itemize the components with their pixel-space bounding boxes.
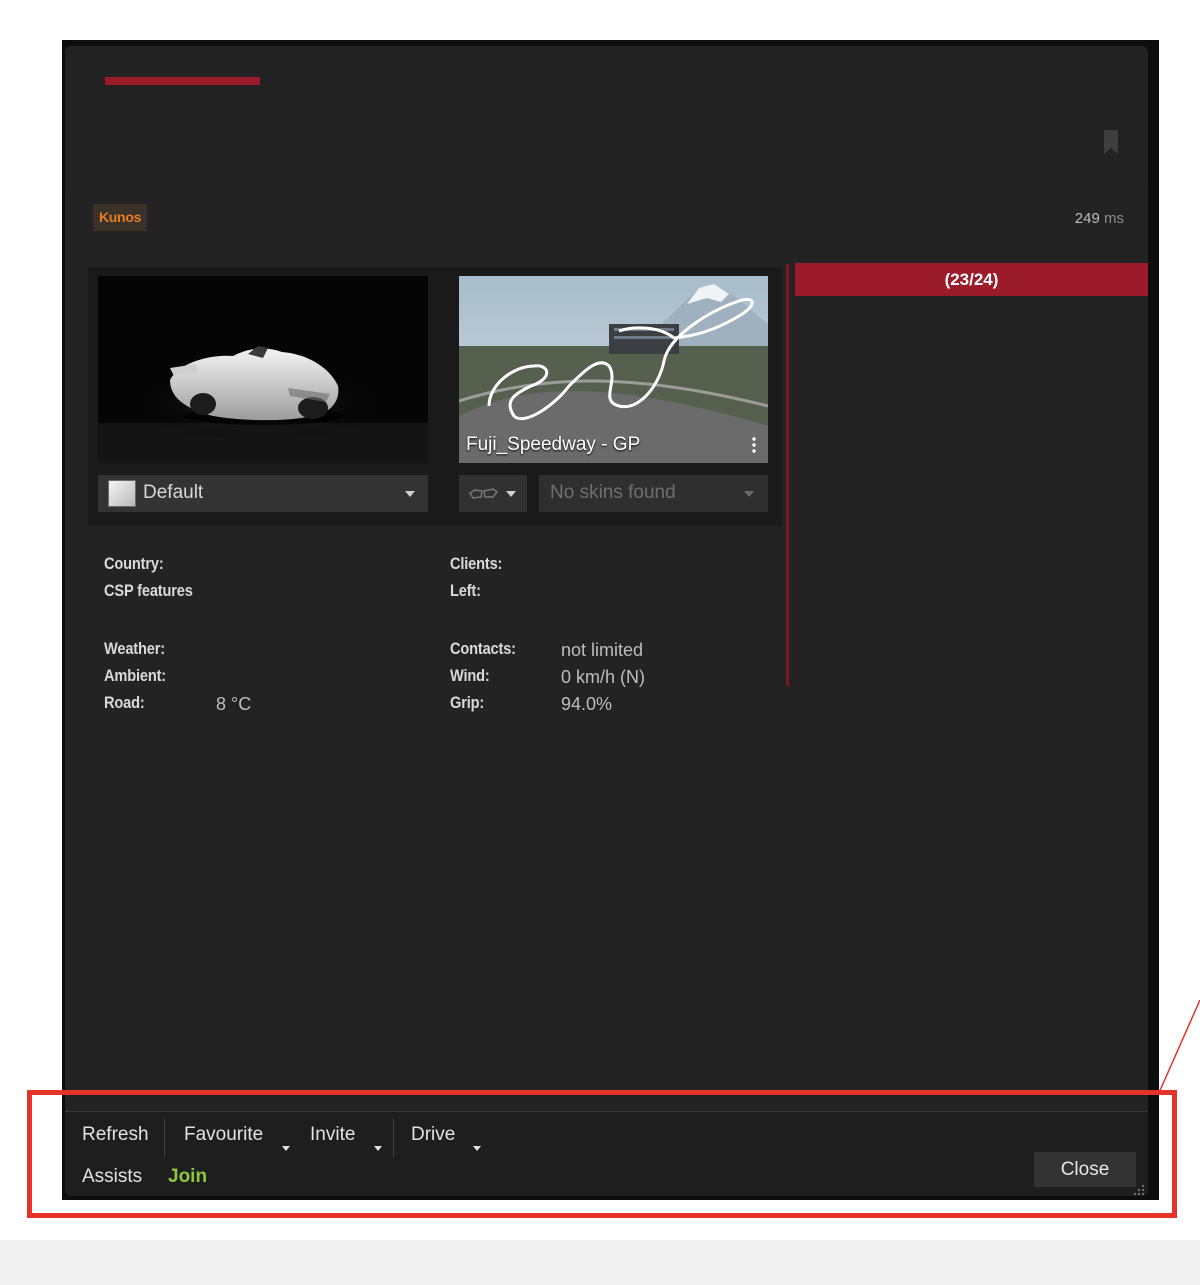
chevron-down-icon bbox=[405, 491, 415, 497]
wind-label: Wind: bbox=[450, 666, 490, 685]
glasses-dropdown[interactable] bbox=[459, 475, 527, 512]
screenshot-stage: Kunos 249 ms Fuji_Speedway - GP Default … bbox=[0, 0, 1200, 1285]
left-label: Left: bbox=[450, 581, 481, 600]
weather-label: Weather: bbox=[104, 639, 165, 658]
car-skin-value: Default bbox=[143, 482, 204, 503]
road-label: Road: bbox=[104, 693, 145, 712]
ping-readout: 249 ms bbox=[1075, 210, 1124, 227]
track-name: Fuji_Speedway - GP bbox=[466, 434, 641, 455]
grip-value: 94.0% bbox=[561, 694, 613, 714]
desktop-background-strip bbox=[0, 1240, 1200, 1285]
car-preview-image[interactable] bbox=[98, 276, 428, 463]
header-accent-bar bbox=[105, 77, 260, 85]
car-skin-dropdown[interactable]: Default bbox=[98, 475, 428, 512]
chevron-down-icon bbox=[744, 491, 754, 497]
grip-label: Grip: bbox=[450, 693, 485, 712]
csp-features-label: CSP features bbox=[104, 581, 193, 600]
server-details-window: Kunos 249 ms Fuji_Speedway - GP Default … bbox=[65, 46, 1148, 1196]
annotation-callout-line bbox=[1157, 1000, 1200, 1096]
ping-unit: ms bbox=[1104, 210, 1124, 227]
road-value: 8 °C bbox=[216, 694, 252, 714]
ambient-label: Ambient: bbox=[104, 666, 166, 685]
clients-label: Clients: bbox=[450, 554, 503, 573]
slots-bar: (23/24) bbox=[795, 263, 1148, 296]
contacts-value: not limited bbox=[561, 640, 644, 660]
track-skin-dropdown[interactable]: No skins found bbox=[539, 475, 768, 512]
annotation-highlight-box bbox=[27, 1090, 1177, 1218]
contacts-label: Contacts: bbox=[450, 639, 516, 658]
chevron-down-icon bbox=[506, 491, 516, 497]
server-badge: Kunos bbox=[93, 204, 148, 231]
panel-divider bbox=[786, 264, 789, 686]
country-label: Country: bbox=[104, 554, 164, 573]
skin-swatch bbox=[108, 480, 136, 507]
track-preview-image[interactable]: Fuji_Speedway - GP bbox=[459, 276, 768, 463]
car-track-panel: Fuji_Speedway - GP Default No skins foun… bbox=[88, 267, 782, 526]
header-band bbox=[65, 46, 1148, 188]
bookmark-icon[interactable] bbox=[1104, 130, 1118, 154]
car-image bbox=[118, 346, 398, 441]
ping-value: 249 bbox=[1074, 210, 1100, 227]
track-skin-placeholder: No skins found bbox=[550, 482, 676, 503]
glasses-icon bbox=[469, 488, 499, 499]
more-vertical-icon[interactable] bbox=[752, 437, 756, 453]
wind-value: 0 km/h (N) bbox=[561, 667, 646, 687]
